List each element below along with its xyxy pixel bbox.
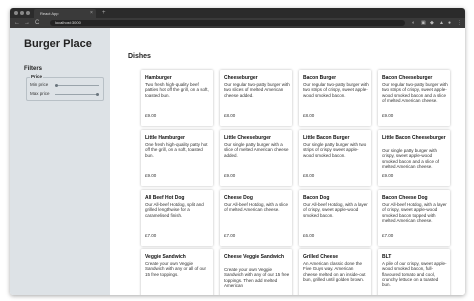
dish-card[interactable]: Bacon Cheeseburger Our regular two-patty …: [378, 70, 450, 126]
dish-name: BLT: [382, 254, 392, 260]
dish-price: £8.00: [303, 113, 315, 118]
browser-toolbar: ← → C localhost:3000 ◐ ▣ ◆ ▲ ● ⋮: [10, 18, 465, 28]
dish-description: Our regular two-patty burger with two sl…: [224, 82, 290, 98]
browser-tab-bar: React App × +: [10, 8, 465, 18]
dish-name: Little Cheeseburger: [224, 135, 271, 141]
filters-heading: Filters: [24, 66, 43, 72]
dish-card[interactable]: Hamburger Two fresh high-quality beef pat…: [141, 70, 213, 126]
dish-price: £9.00: [145, 113, 157, 118]
extension-icon[interactable]: ▣: [421, 18, 426, 28]
dish-name: Bacon Dog: [303, 195, 330, 201]
dish-name: Cheese Dog: [224, 195, 253, 201]
dish-card[interactable]: Bacon Burger Our regular two-patty burger…: [299, 70, 371, 126]
dish-price: £6.00: [303, 233, 315, 238]
dish-description: Our All-beef Hotdog, with a layer of cri…: [303, 202, 368, 218]
dish-card[interactable]: Veggie Sandwich Create your own Veggie Sa…: [141, 249, 213, 295]
dish-price: £9.00: [382, 173, 394, 178]
dishes-heading: Dishes: [128, 53, 151, 60]
dish-description: Create your own Veggie Sandwich with any…: [145, 261, 207, 277]
min-price-label: Min price: [30, 82, 49, 87]
dish-card[interactable]: All Beef Hot Dog Our All-beef Hotdog, spl…: [141, 190, 213, 246]
dish-price: £9.00: [145, 173, 157, 178]
max-price-slider-handle[interactable]: [96, 93, 99, 96]
close-tab-icon[interactable]: ×: [90, 9, 93, 18]
dish-card[interactable]: Little Hamburger One fresh high-quality p…: [141, 130, 213, 186]
dish-card[interactable]: Bacon Cheese Dog Our All-beef Hotdog, wit…: [378, 190, 450, 246]
dish-description: Our All-beef Hotdog, split and grilled l…: [145, 202, 204, 218]
dish-name: Cheese Veggie Sandwich: [224, 254, 285, 260]
dish-card[interactable]: Cheese Dog Our All-beef Hotdog, with a sl…: [220, 190, 292, 246]
dish-name: Cheeseburger: [224, 75, 258, 81]
dish-card[interactable]: Cheeseburger Our regular two-patty burger…: [220, 70, 292, 126]
dish-price: £7.00: [224, 233, 236, 238]
dish-name: Little Hamburger: [145, 135, 186, 141]
dish-card[interactable]: Grilled Cheese An American classic done t…: [299, 249, 371, 295]
dish-name: Grilled Cheese: [303, 254, 339, 260]
dish-card[interactable]: Little Bacon Cheeseburger Our single patt…: [378, 130, 450, 186]
dish-name: Little Bacon Burger: [303, 135, 350, 141]
main-content: Dishes Hamburger Two fresh high-quality b…: [110, 28, 465, 295]
dish-description: One fresh high-quality patty hot off the…: [145, 142, 208, 158]
dish-name: Little Bacon Cheeseburger: [382, 135, 446, 141]
dish-description: Our single patty burger with two strips …: [303, 142, 367, 158]
dish-price: £8.00: [303, 173, 315, 178]
dish-name: Bacon Burger: [303, 75, 337, 81]
back-icon[interactable]: ←: [14, 18, 20, 28]
dish-description: Create your own Veggie Sandwich with any…: [224, 267, 290, 288]
close-window-icon[interactable]: [14, 11, 18, 15]
dish-price: £9.00: [224, 173, 236, 178]
dish-name: Bacon Cheeseburger: [382, 75, 433, 81]
reload-icon[interactable]: C: [35, 18, 39, 28]
dish-card[interactable]: BLT A pile of our crispy, sweet apple-woo…: [378, 249, 450, 295]
dish-name: Veggie Sandwich: [145, 254, 186, 260]
dish-price: £7.00: [382, 233, 394, 238]
brand-title: Burger Place: [24, 38, 92, 50]
max-price-label: Max price: [30, 91, 50, 96]
dish-description: Our All-beef Hotdog, with a layer of cri…: [382, 202, 447, 223]
price-filter-legend: Price: [30, 74, 44, 79]
menu-icon[interactable]: ⋮: [457, 18, 462, 28]
profile-icon[interactable]: ●: [448, 18, 451, 28]
extension-icon[interactable]: ▲: [439, 18, 444, 28]
extension-icon[interactable]: ◐: [412, 18, 415, 28]
browser-tab-title: React App: [40, 11, 59, 16]
dish-price: £8.00: [224, 113, 236, 118]
dish-price: £7.00: [145, 233, 157, 238]
max-price-slider[interactable]: [55, 93, 99, 96]
extension-icon[interactable]: ◆: [430, 18, 434, 28]
dish-card[interactable]: Cheese Veggie Sandwich Create your own Ve…: [220, 249, 292, 295]
dish-name: Bacon Cheese Dog: [382, 195, 428, 201]
dish-description: Our single patty burger with crispy, swe…: [382, 148, 440, 169]
browser-window: React App × + ← → C localhost:3000 ◐ ▣ ◆…: [10, 8, 465, 295]
dish-description: Our single patty burger with a slice of …: [224, 142, 289, 158]
dish-description: Our All-beef Hotdog, with a slice of mel…: [224, 202, 289, 213]
dish-card[interactable]: Little Bacon Burger Our single patty burg…: [299, 130, 371, 186]
price-filter: Price Min price Max price: [26, 74, 104, 101]
address-bar[interactable]: localhost:3000: [50, 20, 405, 26]
dish-description: A pile of our crispy, sweet apple-wood s…: [382, 261, 447, 288]
browser-tab[interactable]: React App: [34, 9, 96, 18]
min-price-slider[interactable]: [55, 84, 99, 87]
maximize-window-icon[interactable]: [26, 11, 30, 15]
dish-card[interactable]: Little Cheeseburger Our single patty burg…: [220, 130, 292, 186]
dish-description: Our regular two-patty burger with two st…: [303, 82, 369, 98]
dish-card[interactable]: Bacon Dog Our All-beef Hotdog, with a lay…: [299, 190, 371, 246]
min-price-slider-handle[interactable]: [55, 84, 58, 87]
dish-description: Two fresh high-quality beef patties hot …: [145, 82, 209, 98]
sidebar: Burger Place Filters Price Min price Max…: [10, 28, 110, 295]
address-bar-url: localhost:3000: [55, 20, 81, 25]
forward-icon[interactable]: →: [24, 18, 30, 28]
new-tab-icon[interactable]: +: [102, 9, 106, 18]
dish-name: All Beef Hot Dog: [145, 195, 185, 201]
dish-description: Our regular two-patty burger with two st…: [382, 82, 448, 103]
dish-name: Hamburger: [145, 75, 172, 81]
dish-description: An American classic done the Five Guys w…: [303, 261, 366, 282]
dish-price: £9.00: [382, 113, 394, 118]
minimize-window-icon[interactable]: [20, 11, 24, 15]
